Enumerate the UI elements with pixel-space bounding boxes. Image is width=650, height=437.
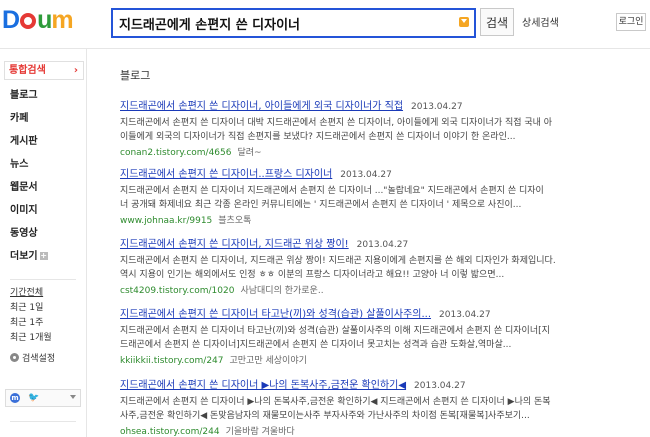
result-url[interactable]: conan2.tistory.com/4656 [120,148,231,158]
period-all[interactable]: 기간전체 [10,285,43,298]
search-result: 지드래곤에서 손편지 쓴 디자이너 ▶나의 돈복사주,금전운 확인하기◀ 2013… [120,373,640,437]
period-1-month[interactable]: 최근 1개월 [10,330,52,343]
result-author[interactable]: 사남대디의 한가로운.. [240,286,323,296]
sidebar-bottom-divider [10,421,76,422]
login-button[interactable]: 로그인 [616,13,646,31]
result-author[interactable]: 기을바람 겨울바다 [226,427,295,437]
result-title-link[interactable]: 지드래곤에서 손편지 쓴 디자이너, 아이들에게 외국 디자이너가 직접 [120,101,403,112]
result-url[interactable]: www.johnaa.kr/9915 [120,216,212,226]
section-title: 블로그 [120,69,151,82]
result-title-link[interactable]: 지드래곤에서 손편지 쓴 디자이너 ▶나의 돈복사주,금전운 확인하기◀ [120,380,406,391]
twitter-icon[interactable]: 🐦 [28,393,42,403]
result-url[interactable]: ohsea.tistory.com/244 [120,427,220,437]
result-url[interactable]: kkiikkii.tistory.com/247 [120,356,224,366]
snippet-line: 지드래곤에서 손편지 쓴 디자이너 ▶나의 돈복사주,금전운 확인하기◀ 지드래… [120,397,551,407]
result-date: 2013.04.27 [356,240,409,250]
sidebar-item-more[interactable]: 더보기 + [10,247,48,262]
search-button[interactable]: 검색 [480,8,514,36]
sidebar-item-board[interactable]: 게시판 [10,132,38,147]
result-title-link[interactable]: 지드래곤에서 손편지 쓴 디자이너..프랑스 디자이너 [120,169,332,180]
sidebar-item-news[interactable]: 뉴스 [10,155,28,170]
plus-icon: + [39,251,48,260]
snippet-line: 사주,금전운 확인하기◀ 돈맞음남자의 재물모이는사주 부자사주와 가난사주의 … [120,411,530,421]
gear-icon [10,353,19,362]
result-date: 2013.04.27 [411,102,463,112]
result-snippet: 지드래곤에서 손편지 쓴 디자이너 타고난(끼)와 성격(습관) 살풀이사주의 … [120,324,640,352]
share-box[interactable]: m 🐦 [5,389,81,407]
search-settings-label: 검색설정 [22,354,56,364]
result-author[interactable]: 고만고만 세상이야기 [230,356,307,366]
daum-share-icon[interactable]: m [10,393,20,403]
sidebar-divider [10,279,76,280]
sidebar-item-blog[interactable]: 블로그 [10,86,38,101]
sidebar-main-label: 통합검색 [9,65,46,76]
chevron-right-icon: › [73,65,78,76]
snippet-line: 지드래곤에서 손편지 쓴 디자이너, 지드래곤 위상 짱이! 지드래곤 지용이에… [120,256,556,266]
result-author[interactable]: 블츠오톡 [218,216,251,226]
snippet-line: 지드래곤에서 손편지 쓴 디자이너 타고난(끼)와 성격(습관) 살풀이사주의 … [120,326,550,336]
search-result: 지드래곤에서 손편지 쓴 디자이너, 아이들에게 외국 디자이너가 직접 2013… [120,94,640,158]
snippet-line: 너 공개돼 화제네요 최근 각종 온라인 커뮤니티에는 ' 지드래곤에서 손편지… [120,200,522,210]
snippet-line: 역시 지용이 인기는 해외에서도 인정 ㅎㅎ 이분의 프랑스 디자이너라고 해요… [120,270,505,280]
sidebar: 통합검색 › 블로그 카페 게시판 뉴스 웹문서 이미지 동영상 더보기 + 기간… [0,49,87,437]
snippet-line: 드래곤에서 손편지 쓴 디자이너]지드래곤에서 손편지 쓴 디자이너 못고치는 … [120,340,512,350]
result-date: 2013.04.27 [340,170,392,180]
daum-logo[interactable]: Dum [2,6,74,34]
result-author[interactable]: 달려~ [237,148,261,158]
keyboard-dropdown-icon[interactable] [459,17,469,27]
result-snippet: 지드래곤에서 손편지 쓴 디자이너 지드래곤에서 손편지 쓴 디자이너 ..."… [120,184,640,212]
more-label: 더보기 [10,251,38,262]
result-title-link[interactable]: 지드래곤에서 손편지 쓴 디자이너 타고난(끼)와 성격(습관) 살풀이사주의.… [120,309,431,320]
result-url[interactable]: cst4209.tistory.com/1020 [120,286,234,296]
search-settings-link[interactable]: 검색설정 [10,351,55,364]
search-result: 지드래곤에서 손편지 쓴 디자이너 타고난(끼)와 성격(습관) 살풀이사주의.… [120,302,640,366]
result-snippet: 지드래곤에서 손편지 쓴 디자이너 대박 지드래곤에서 손편지 쓴 디자이너, … [120,116,640,144]
result-snippet: 지드래곤에서 손편지 쓴 디자이너, 지드래곤 위상 짱이! 지드래곤 지용이에… [120,254,640,282]
result-date: 2013.04.27 [414,381,466,391]
snippet-line: 지드래곤에서 손편지 쓴 디자이너 대박 지드래곤에서 손편지 쓴 디자이너, … [120,118,553,128]
snippet-line: 지드래곤에서 손편지 쓴 디자이너 지드래곤에서 손편지 쓴 디자이너 ..."… [120,186,544,196]
chevron-down-icon[interactable] [70,395,76,399]
search-input[interactable] [119,10,449,36]
advanced-search-link[interactable]: 상세검색 [522,14,559,29]
header: Dum 검색 상세검색 로그인 [0,0,650,44]
sidebar-item-cafe[interactable]: 카페 [10,109,28,124]
snippet-line: 이들에게 외국의 디자이너가 직접 손편지를 보냈다? 지드래곤에서 손편지 쓴… [120,132,516,142]
sidebar-item-web[interactable]: 웹문서 [10,178,38,193]
period-1-week[interactable]: 최근 1주 [10,315,43,328]
result-title-link[interactable]: 지드래곤에서 손편지 쓴 디자이너, 지드래곤 위상 짱이! [120,239,349,250]
search-result: 지드래곤에서 손편지 쓴 디자이너..프랑스 디자이너 2013.04.27 지드… [120,162,640,226]
search-box [111,8,476,38]
result-snippet: 지드래곤에서 손편지 쓴 디자이너 ▶나의 돈복사주,금전운 확인하기◀ 지드래… [120,395,640,423]
result-date: 2013.04.27 [439,310,491,320]
sidebar-item-video[interactable]: 동영상 [10,224,38,239]
sidebar-item-integrated-search[interactable]: 통합검색 › [4,61,84,80]
header-divider [0,48,650,49]
sidebar-item-image[interactable]: 이미지 [10,201,38,216]
period-1-day[interactable]: 최근 1일 [10,300,43,313]
search-result: 지드래곤에서 손편지 쓴 디자이너, 지드래곤 위상 짱이! 2013.04.27… [120,232,640,296]
